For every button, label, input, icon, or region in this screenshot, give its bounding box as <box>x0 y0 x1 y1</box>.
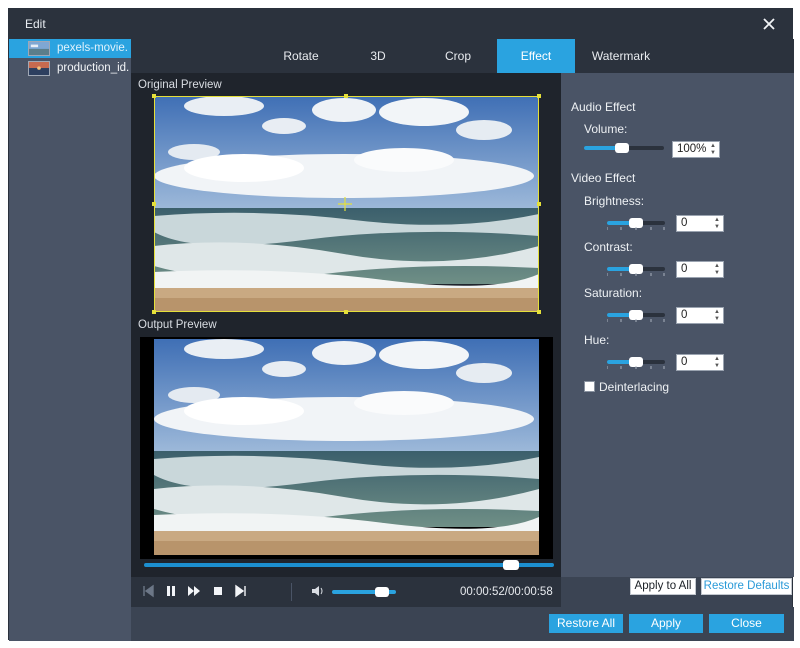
crop-handle[interactable] <box>152 94 156 98</box>
deinterlacing-label: Deinterlacing <box>599 380 670 394</box>
tab-rotate[interactable]: Rotate <box>255 39 347 73</box>
crop-handle[interactable] <box>344 310 348 314</box>
tab-crop[interactable]: Crop <box>421 39 495 73</box>
audio-volume-slider[interactable] <box>584 141 664 155</box>
contrast-spinbox[interactable]: 0 ▲ ▼ <box>676 261 724 278</box>
window-title: Edit <box>25 17 46 31</box>
restore-all-button[interactable]: Restore All <box>549 614 623 633</box>
crosshair-icon <box>338 197 352 211</box>
deinterlacing-checkbox[interactable] <box>584 381 595 392</box>
hue-spinbox[interactable]: 0 ▲ ▼ <box>676 354 724 371</box>
crop-handle[interactable] <box>152 202 156 206</box>
saturation-slider[interactable] <box>607 308 665 322</box>
pause-icon[interactable] <box>164 584 178 598</box>
restore-defaults-button[interactable]: Restore Defaults <box>701 578 792 595</box>
crop-handle[interactable] <box>537 202 541 206</box>
original-preview-label: Original Preview <box>138 79 222 91</box>
brightness-slider[interactable] <box>607 216 665 230</box>
contrast-value: 0 <box>681 263 688 275</box>
file-item-production[interactable]: production_id... <box>9 59 131 78</box>
spin-arrows-icon[interactable]: ▲ ▼ <box>714 263 720 277</box>
file-list: pexels-movie... production_id... <box>9 39 131 641</box>
saturation-label: Saturation: <box>584 286 643 300</box>
contrast-slider[interactable] <box>607 262 665 276</box>
spin-arrows-icon[interactable]: ▲ ▼ <box>714 217 720 231</box>
playback-controls: 00:00:52/00:00:58 <box>131 577 561 607</box>
preview-area: Original Preview Output Preview <box>131 73 561 577</box>
apply-to-all-button[interactable]: Apply to All <box>630 578 696 595</box>
divider <box>291 583 292 601</box>
close-button[interactable]: Close <box>709 614 784 633</box>
video-effect-title: Video Effect <box>571 171 636 185</box>
tab-bar: Rotate 3D Crop Effect Watermark <box>131 39 794 73</box>
hue-label: Hue: <box>584 333 610 347</box>
skip-next-icon[interactable] <box>234 584 248 598</box>
brightness-value: 0 <box>681 217 688 229</box>
audio-effect-title: Audio Effect <box>571 100 636 114</box>
brightness-spinbox[interactable]: 0 ▲ ▼ <box>676 215 724 232</box>
tab-3d[interactable]: 3D <box>345 39 411 73</box>
output-preview <box>140 337 553 559</box>
close-icon[interactable] <box>758 13 780 35</box>
fast-forward-icon[interactable] <box>187 584 201 598</box>
tab-effect[interactable]: Effect <box>497 39 575 73</box>
progress-slider[interactable] <box>144 559 554 571</box>
output-preview-image <box>154 339 539 555</box>
stop-icon[interactable] <box>211 584 225 598</box>
crop-handle[interactable] <box>344 94 348 98</box>
volume-label: Volume: <box>584 122 628 136</box>
speaker-icon[interactable] <box>311 584 325 598</box>
volume-thumb <box>375 587 389 597</box>
video-thumbnail-icon <box>28 41 50 56</box>
volume-spinbox[interactable]: 100% ▲ ▼ <box>672 141 720 158</box>
hue-slider[interactable] <box>607 355 665 369</box>
file-name: production_id... <box>57 62 129 74</box>
time-display: 00:00:52/00:00:58 <box>460 586 553 598</box>
crop-handle[interactable] <box>537 310 541 314</box>
progress-thumb <box>503 560 519 570</box>
tab-watermark[interactable]: Watermark <box>579 39 663 73</box>
skip-previous-icon[interactable] <box>141 584 155 598</box>
brightness-label: Brightness: <box>584 194 645 208</box>
volume-slider[interactable] <box>332 586 396 598</box>
title-bar: Edit <box>9 9 792 39</box>
edit-window: Edit pexels-movie... production_id... Ro… <box>8 8 794 641</box>
spin-arrows-icon[interactable]: ▲ ▼ <box>714 356 720 370</box>
hue-value: 0 <box>681 356 688 368</box>
spin-arrows-icon[interactable]: ▲ ▼ <box>710 143 716 157</box>
video-thumbnail-icon <box>28 61 50 76</box>
spin-arrows-icon[interactable]: ▲ ▼ <box>714 309 720 323</box>
effect-panel: Audio Effect Volume: 100% ▲ ▼ Video Effec… <box>561 73 794 595</box>
saturation-spinbox[interactable]: 0 ▲ ▼ <box>676 307 724 324</box>
file-name: pexels-movie... <box>57 42 129 54</box>
contrast-label: Contrast: <box>584 240 633 254</box>
volume-value: 100% <box>677 143 707 155</box>
file-item-pexels[interactable]: pexels-movie... <box>9 39 131 58</box>
output-preview-label: Output Preview <box>138 319 217 331</box>
apply-button[interactable]: Apply <box>629 614 703 633</box>
crop-handle[interactable] <box>537 94 541 98</box>
crop-handle[interactable] <box>152 310 156 314</box>
saturation-value: 0 <box>681 309 688 321</box>
